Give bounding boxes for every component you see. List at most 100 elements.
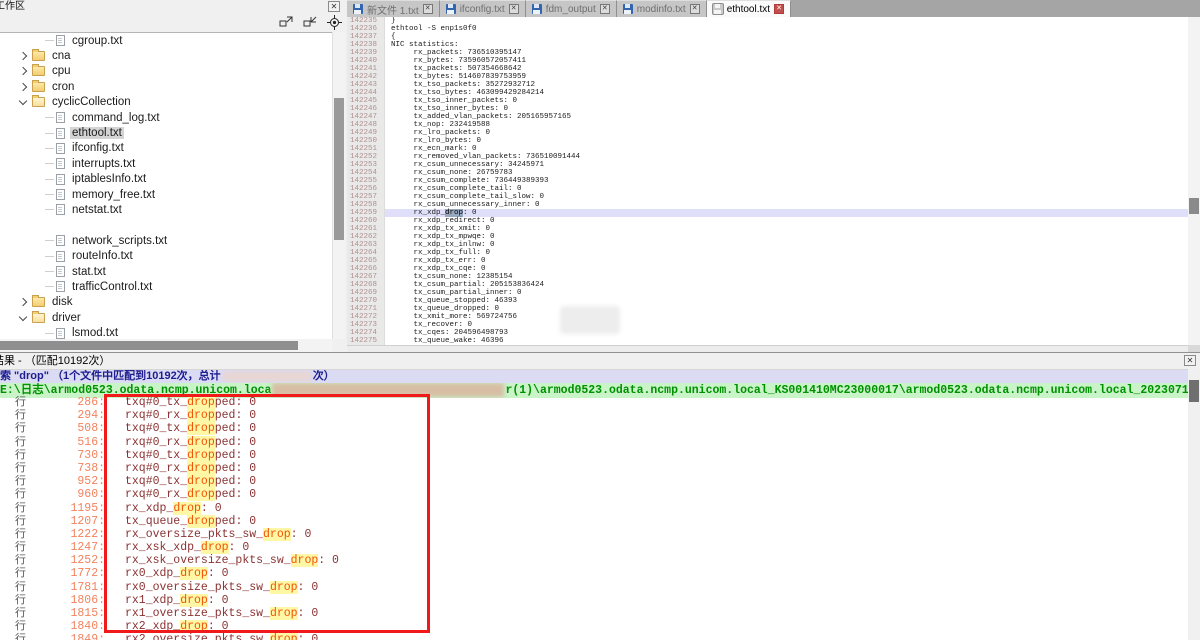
editor-vertical-scrollbar[interactable]: [1188, 17, 1200, 345]
scrollbar-thumb[interactable]: [0, 341, 298, 350]
editor-line: 142247 tx_added_vlan_packets: 2051659571…: [347, 113, 1188, 121]
tab-ethtool.txt[interactable]: ethtool.txt✕: [707, 0, 791, 17]
chevron-right-icon[interactable]: [19, 67, 27, 75]
sidebar-item-cyclicCollection[interactable]: cyclicCollection: [0, 95, 332, 110]
result-row[interactable]: 行952:txq#0_tx_dropped: 0: [0, 475, 1188, 488]
row-label: 行: [0, 554, 41, 567]
sidebar-item-iptablesInfo-txt[interactable]: iptablesInfo.txt: [0, 172, 332, 187]
match-highlight: drop: [201, 541, 229, 554]
result-row[interactable]: 行516:rxq#0_rx_dropped: 0: [0, 436, 1188, 449]
editor-line: 142241 tx_packets: 507354668642: [347, 65, 1188, 73]
tab-label: fdm_output: [546, 4, 596, 15]
result-row[interactable]: 行1781:rx0_oversize_pkts_sw_drop: 0: [0, 581, 1188, 594]
line-number: 142274: [347, 329, 385, 337]
chevron-down-icon[interactable]: [19, 312, 27, 320]
sidebar-item-driver[interactable]: driver: [0, 310, 332, 325]
locate-file-icon[interactable]: [324, 14, 344, 31]
result-row[interactable]: 行286:txq#0_tx_dropped: 0: [0, 396, 1188, 409]
result-row[interactable]: 行1849:rx2_oversize_pkts_sw_drop: 0: [0, 633, 1188, 640]
tree-horizontal-scrollbar[interactable]: [0, 339, 332, 352]
sidebar-item-interrupts-txt[interactable]: interrupts.txt: [0, 156, 332, 171]
file-icon: [56, 158, 65, 169]
sidebar-item-ifconfig-txt[interactable]: ifconfig.txt: [0, 141, 332, 156]
result-row[interactable]: 行1195:rx_xdp_drop: 0: [0, 502, 1188, 515]
result-row[interactable]: 行1806:rx1_xdp_drop: 0: [0, 594, 1188, 607]
result-row[interactable]: 行508:txq#0_tx_dropped: 0: [0, 422, 1188, 435]
result-row[interactable]: 行1252:rx_xsk_oversize_pkts_sw_drop: 0: [0, 554, 1188, 567]
editor-line: 142270 tx_queue_stopped: 46393: [347, 297, 1188, 305]
match-highlight: drop: [187, 475, 215, 488]
line-number: 142235: [347, 17, 385, 25]
sidebar-item-routeInfo-txt[interactable]: routeInfo.txt: [0, 248, 332, 263]
chevron-down-icon[interactable]: [19, 97, 27, 105]
sidebar-item-network_scripts-txt[interactable]: network_scripts.txt: [0, 233, 332, 248]
line-number: 142240: [347, 57, 385, 65]
result-line-number: 1207:: [41, 515, 105, 528]
tab-新文件 1.txt[interactable]: 新文件 1.txt✕: [347, 0, 440, 17]
sidebar-item-cgroup-txt[interactable]: cgroup.txt: [0, 33, 332, 48]
result-row[interactable]: 行1840:rx2_xdp_drop: 0: [0, 620, 1188, 633]
sidebar-item-disk[interactable]: disk: [0, 295, 332, 310]
sidebar-item-ethtool-txt[interactable]: ethtool.txt: [0, 125, 332, 140]
scrollbar-thumb[interactable]: [334, 98, 344, 240]
tree-connector: [45, 148, 54, 149]
editor-line-text: rx_lro_packets: 0: [385, 129, 1188, 137]
chevron-right-icon[interactable]: [19, 298, 27, 306]
tab-modinfo.txt[interactable]: modinfo.txt✕: [617, 0, 707, 17]
tree-item-label: lsmod.txt: [70, 327, 120, 339]
close-icon[interactable]: ✕: [774, 4, 784, 14]
sidebar-item-netstat-txt[interactable]: netstat.txt: [0, 202, 332, 217]
result-row[interactable]: 行1815:rx1_oversize_pkts_sw_drop: 0: [0, 607, 1188, 620]
close-icon[interactable]: ✕: [1184, 355, 1196, 366]
result-row[interactable]: 行730:txq#0_tx_dropped: 0: [0, 449, 1188, 462]
editor-line: 142262 rx_xdp_tx_mpwqe: 0: [347, 233, 1188, 241]
editor-line-text: rx_bytes: 735960572057411: [385, 57, 1188, 65]
sidebar-item-stat-txt[interactable]: stat.txt: [0, 264, 332, 279]
close-icon[interactable]: ✕: [600, 4, 610, 14]
line-number: 142264: [347, 249, 385, 257]
collapse-all-icon[interactable]: [300, 14, 320, 31]
tree-item-label: stat.txt: [70, 266, 108, 278]
result-row[interactable]: 行294:rxq#0_rx_dropped: 0: [0, 409, 1188, 422]
text-editor[interactable]: 142235}142236ethtool -S enp1s0f0142237{1…: [347, 17, 1188, 345]
line-number: 142269: [347, 289, 385, 297]
folder-icon: [32, 297, 45, 307]
result-row[interactable]: 行1247:rx_xsk_xdp_drop: 0: [0, 541, 1188, 554]
line-number: 142257: [347, 193, 385, 201]
results-vertical-scrollbar[interactable]: [1188, 368, 1200, 640]
scrollbar-thumb[interactable]: [1189, 198, 1199, 214]
close-icon[interactable]: ✕: [328, 1, 340, 12]
tab-fdm_output[interactable]: fdm_output ✕: [526, 0, 617, 17]
result-row[interactable]: 行1207:tx_queue_dropped: 0: [0, 515, 1188, 528]
tab-ifconfig.txt[interactable]: ifconfig.txt✕: [440, 0, 526, 17]
tree-vertical-scrollbar[interactable]: [332, 32, 345, 339]
close-icon[interactable]: ✕: [509, 4, 519, 14]
result-list: 行286:txq#0_tx_dropped: 0行294:rxq#0_rx_dr…: [0, 396, 1188, 640]
match-highlight: drop: [291, 554, 319, 567]
close-icon[interactable]: ✕: [423, 4, 433, 14]
sidebar-item-command_log-txt[interactable]: command_log.txt: [0, 110, 332, 125]
workspace-titlebar: 工作区 ✕: [0, 0, 345, 13]
result-line-number: 952:: [41, 475, 105, 488]
sidebar-item-cpu[interactable]: cpu: [0, 64, 332, 79]
result-row[interactable]: 行1222:rx_oversize_pkts_sw_drop: 0: [0, 528, 1188, 541]
sidebar-item-cna[interactable]: cna: [0, 48, 332, 63]
tree-connector: [45, 333, 54, 334]
expand-all-icon[interactable]: [276, 14, 296, 31]
sidebar-item-lsmod-txt[interactable]: lsmod.txt: [0, 325, 332, 340]
sidebar-item-trafficControl-txt[interactable]: trafficControl.txt: [0, 279, 332, 294]
editor-line-text: tx_csum_partial_inner: 0: [385, 289, 1188, 297]
chevron-right-icon[interactable]: [19, 83, 27, 91]
close-icon[interactable]: ✕: [690, 4, 700, 14]
result-row[interactable]: 行960:rxq#0_rx_dropped: 0: [0, 488, 1188, 501]
chevron-right-icon[interactable]: [19, 52, 27, 60]
current-search-match: drop: [445, 209, 463, 217]
scrollbar-thumb[interactable]: [1189, 380, 1199, 402]
redaction-blur: [272, 383, 504, 397]
sidebar-item-cron[interactable]: cron: [0, 79, 332, 94]
folder-icon: [32, 51, 45, 61]
result-row[interactable]: 行738:rxq#0_rx_dropped: 0: [0, 462, 1188, 475]
line-number: 142275: [347, 337, 385, 345]
sidebar-item-memory_free-txt[interactable]: memory_free.txt: [0, 187, 332, 202]
result-row[interactable]: 行1772:rx0_xdp_drop: 0: [0, 567, 1188, 580]
